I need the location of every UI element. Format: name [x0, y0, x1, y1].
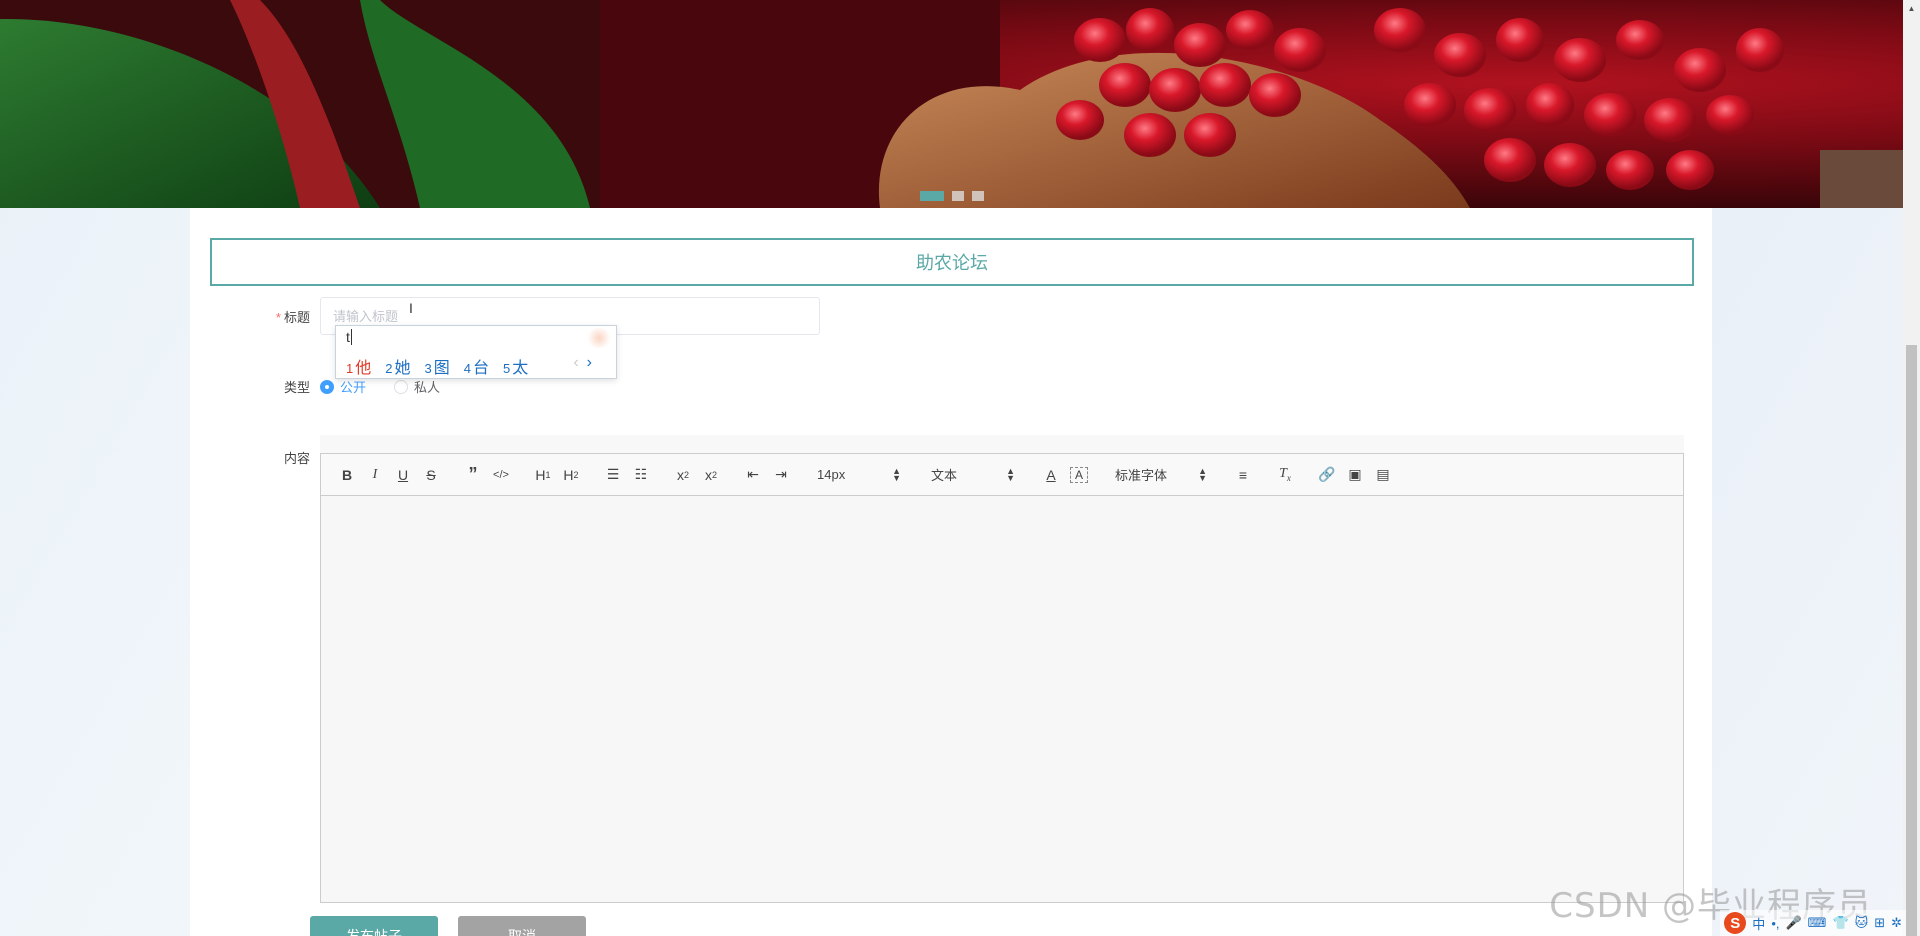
scroll-up-arrow-icon[interactable]: ▲: [1903, 0, 1920, 17]
background-color-icon[interactable]: A: [1070, 466, 1088, 483]
microphone-icon[interactable]: 🎤: [1785, 915, 1801, 931]
type-label: 类型: [283, 380, 310, 395]
rich-text-editor: B I U S ” </> H1 H2 ☰ ☷ x2 x2 ⇤ ⇥ 14px ▲ ▼: [320, 453, 1684, 903]
required-mark: *: [275, 310, 281, 325]
ime-candidate[interactable]: 2她: [385, 354, 410, 378]
sogou-logo-icon[interactable]: S: [1724, 912, 1747, 934]
tray-item[interactable]: 🐱: [1855, 915, 1869, 931]
ime-candidate[interactable]: 3图: [425, 354, 450, 378]
content-label: 内容: [283, 451, 310, 466]
underline-button[interactable]: U: [389, 463, 417, 487]
banner-carousel[interactable]: [0, 0, 1903, 208]
radio-private-label: 私人: [414, 380, 441, 395]
align-icon[interactable]: ≡: [1229, 463, 1257, 487]
ime-prev-icon[interactable]: ‹: [573, 354, 578, 371]
link-icon[interactable]: 🔗: [1313, 463, 1341, 487]
video-icon[interactable]: ▤: [1369, 463, 1397, 487]
radio-checked-icon: [320, 379, 334, 394]
forum-post-form: 助农论坛 *标题 I 类型 公开 私人 内容 B I U S ” </> H1 …: [190, 208, 1712, 936]
bullet-list-icon[interactable]: ☷: [627, 463, 655, 487]
forum-title: 助农论坛: [210, 238, 1694, 286]
editor-toolbar: B I U S ” </> H1 H2 ☰ ☷ x2 x2 ⇤ ⇥ 14px ▲ ▼: [321, 454, 1683, 496]
radio-unchecked-icon: [394, 379, 409, 394]
page-scrollbar[interactable]: ▲: [1903, 0, 1920, 936]
text-cursor-icon: I: [409, 300, 413, 316]
ime-next-icon[interactable]: ›: [587, 354, 592, 371]
publish-button[interactable]: 发布帖子: [310, 916, 438, 936]
ime-candidate[interactable]: 5太: [503, 354, 528, 378]
toolbox-icon[interactable]: ⊞: [1874, 915, 1885, 931]
scrollbar-thumb[interactable]: [1906, 345, 1917, 936]
carousel-dot-2[interactable]: [952, 191, 964, 201]
carousel-dot-1[interactable]: [920, 191, 944, 201]
tray-item[interactable]: •,: [1771, 916, 1779, 931]
image-icon[interactable]: ▣: [1341, 463, 1369, 487]
carousel-indicators: [920, 191, 984, 201]
paragraph-select[interactable]: 文本 ▲ ▼: [923, 465, 1023, 484]
font-size-select[interactable]: 14px ▲ ▼: [809, 465, 909, 483]
ime-candidate-popup: t 1他 2她 3图 4台 5太 ‹ ›: [335, 325, 617, 379]
editor-top-strip: [320, 435, 1684, 453]
settings-icon[interactable]: ✲: [1891, 915, 1902, 931]
indent-icon[interactable]: ⇥: [767, 463, 795, 487]
ime-skin-decoration: [586, 328, 612, 348]
tray-item[interactable]: 中: [1752, 914, 1765, 933]
select-arrows-icon: ▲ ▼: [892, 465, 901, 483]
font-color-icon[interactable]: A: [1037, 463, 1065, 487]
subscript-button[interactable]: x2: [669, 463, 697, 487]
radio-public[interactable]: 公开: [320, 377, 366, 396]
skin-icon[interactable]: 👕: [1832, 915, 1848, 931]
carousel-dot-3[interactable]: [972, 191, 984, 201]
select-arrows-icon: ▲ ▼: [1198, 465, 1207, 483]
keyboard-icon[interactable]: ⌨: [1808, 915, 1827, 931]
radio-public-label: 公开: [340, 380, 367, 395]
code-block-icon[interactable]: </>: [487, 463, 515, 487]
font-family-select[interactable]: 标准字体 ▲ ▼: [1107, 465, 1215, 484]
clear-format-icon[interactable]: Tx: [1271, 463, 1299, 487]
header-1-button[interactable]: H1: [529, 463, 557, 487]
bold-button[interactable]: B: [333, 463, 361, 487]
banner-image: [0, 0, 1903, 208]
header-2-button[interactable]: H2: [557, 463, 585, 487]
ime-candidate[interactable]: 4台: [464, 354, 489, 378]
select-arrows-icon: ▲ ▼: [1006, 465, 1015, 483]
ime-page-nav: ‹ ›: [573, 354, 592, 372]
type-radio-group: 公开 私人: [320, 377, 440, 396]
ime-candidate[interactable]: 1他: [346, 354, 371, 378]
strike-button[interactable]: S: [417, 463, 445, 487]
superscript-button[interactable]: x2: [697, 463, 725, 487]
outdent-icon[interactable]: ⇤: [739, 463, 767, 487]
editor-content-area[interactable]: [321, 496, 1683, 902]
ime-status-bar: S 中 •, 🎤 ⌨ 👕 🐱 ⊞ ✲: [1720, 910, 1906, 936]
ordered-list-icon[interactable]: ☰: [599, 463, 627, 487]
radio-private[interactable]: 私人: [394, 377, 440, 396]
ime-typed-text: t: [346, 329, 352, 345]
title-label: * 标题: [275, 310, 310, 325]
italic-button[interactable]: I: [361, 463, 389, 487]
ime-candidates: 1他 2她 3图 4台 5太: [346, 354, 528, 378]
blockquote-icon[interactable]: ”: [459, 463, 487, 487]
cancel-button[interactable]: 取消: [458, 916, 586, 936]
